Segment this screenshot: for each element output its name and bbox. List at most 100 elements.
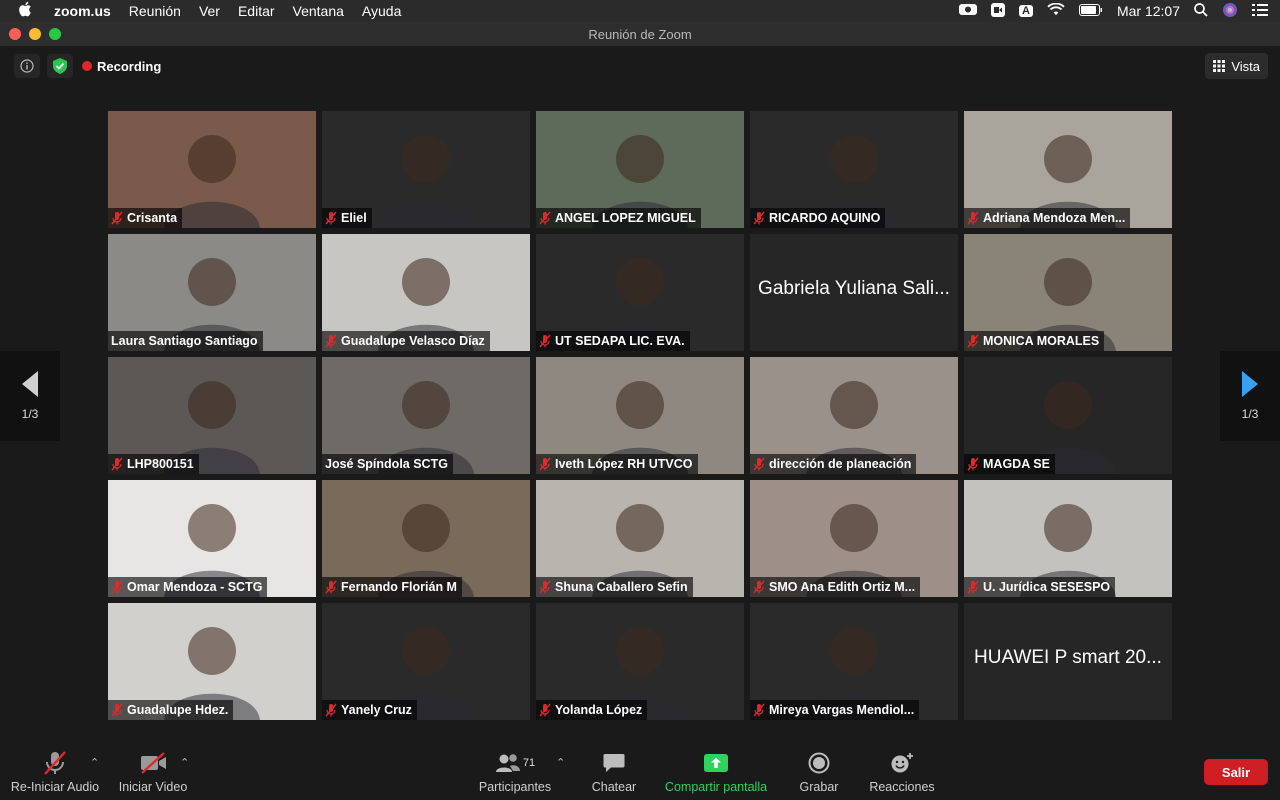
leave-meeting-button[interactable]: Salir [1204, 759, 1268, 785]
participant-tile[interactable]: Gabriela Yuliana Sali... [750, 234, 958, 351]
participant-name-tag: Omar Mendoza - SCTG [108, 577, 268, 597]
reactions-button[interactable]: Reacciones [864, 746, 940, 800]
share-screen-button[interactable]: Compartir pantalla [660, 746, 772, 800]
participant-tile[interactable]: Eliel [322, 111, 530, 228]
recording-indicator[interactable]: Recording [82, 54, 161, 78]
participant-tile[interactable]: Yolanda López [536, 603, 744, 720]
microphone-muted-icon [967, 580, 979, 594]
microphone-muted-icon [753, 457, 765, 471]
participants-button[interactable]: 71 Participantes [474, 746, 556, 800]
battery-icon[interactable] [1078, 3, 1103, 19]
participant-tile[interactable]: Guadalupe Hdez. [108, 603, 316, 720]
microphone-muted-icon [111, 211, 123, 225]
participant-tile[interactable]: dirección de planeación [750, 357, 958, 474]
participant-name: Yolanda López [555, 703, 643, 717]
audio-options-caret-icon[interactable]: ⌃ [90, 756, 99, 769]
video-options-caret-icon[interactable]: ⌃ [180, 756, 189, 769]
microphone-muted-icon [325, 703, 337, 717]
participant-name: Fernando Florián M [341, 580, 457, 594]
shield-check-icon [53, 58, 67, 74]
participant-tile[interactable]: Crisanta [108, 111, 316, 228]
participant-name: Yanely Cruz [341, 703, 412, 717]
unmute-audio-button[interactable]: Re-Iniciar Audio [8, 746, 102, 800]
participant-tile[interactable]: U. Jurídica SESESPO [964, 480, 1172, 597]
participants-count: 71 [522, 757, 536, 769]
window-controls [9, 28, 61, 40]
participant-tile[interactable]: Mireya Vargas Mendiol... [750, 603, 958, 720]
close-window-button[interactable] [9, 28, 21, 40]
participant-tile[interactable]: ANGEL LOPEZ MIGUEL [536, 111, 744, 228]
next-page-button[interactable]: 1/3 [1220, 351, 1280, 441]
microphone-muted-icon [111, 457, 123, 471]
spotlight-search-icon[interactable] [1194, 2, 1208, 20]
chat-button[interactable]: Chatear [586, 746, 642, 800]
view-button[interactable]: Vista [1205, 53, 1268, 79]
meeting-info-button[interactable] [14, 54, 40, 78]
participant-tile[interactable]: Shuna Caballero Sefin [536, 480, 744, 597]
app-menu[interactable]: zoom.us [54, 3, 111, 19]
participant-tile[interactable]: MONICA MORALES [964, 234, 1172, 351]
participant-name-tag: UT SEDAPA LIC. EVA. [536, 331, 690, 351]
record-button[interactable]: Grabar [792, 746, 846, 800]
page-indicator-right: 1/3 [1241, 407, 1259, 421]
participant-tile[interactable]: Yanely Cruz [322, 603, 530, 720]
grid-view-icon [1213, 60, 1226, 72]
participant-tile[interactable]: MAGDA SE [964, 357, 1172, 474]
menu-editar[interactable]: Editar [238, 3, 275, 19]
participant-name: Guadalupe Hdez. [127, 703, 229, 717]
menu-ver[interactable]: Ver [199, 3, 220, 19]
microphone-muted-icon [539, 211, 551, 225]
participant-name-tag: LHP800151 [108, 454, 199, 474]
participant-tile[interactable]: Omar Mendoza - SCTG [108, 480, 316, 597]
microphone-muted-icon [111, 703, 123, 717]
participant-name-tag: Mireya Vargas Mendiol... [750, 700, 920, 720]
participant-name-tag: MONICA MORALES [964, 331, 1105, 351]
menu-reunion[interactable]: Reunión [129, 3, 181, 19]
zoom-meeting-window: Reunión de Zoom Recording Vista 1/3 1/3 … [0, 22, 1280, 800]
siri-icon[interactable] [1222, 2, 1238, 21]
minimize-window-button[interactable] [29, 28, 41, 40]
camera-status-icon[interactable] [959, 3, 977, 19]
start-video-button[interactable]: Iniciar Video [112, 746, 194, 800]
audio-label: Re-Iniciar Audio [10, 780, 100, 794]
previous-page-button[interactable]: 1/3 [0, 351, 60, 441]
participant-name-tag: Shuna Caballero Sefin [536, 577, 693, 597]
participant-name-tag: ANGEL LOPEZ MIGUEL [536, 208, 701, 228]
participant-tile[interactable]: Iveth López RH UTVCO [536, 357, 744, 474]
participant-name: RICARDO AQUINO [769, 211, 881, 225]
zoom-status-icon[interactable] [991, 2, 1005, 20]
participant-tile[interactable]: LHP800151 [108, 357, 316, 474]
participant-tile[interactable]: SMO Ana Edith Ortiz M... [750, 480, 958, 597]
control-center-icon[interactable] [1252, 3, 1268, 19]
participants-label: Participantes [478, 780, 552, 794]
participant-tile[interactable]: Laura Santiago Santiago [108, 234, 316, 351]
participant-name: Guadalupe Velasco Díaz [341, 334, 485, 348]
menu-ventana[interactable]: Ventana [293, 3, 344, 19]
participant-name: LHP800151 [127, 457, 194, 471]
participant-tile[interactable]: RICARDO AQUINO [750, 111, 958, 228]
participant-tile[interactable]: Fernando Florián M [322, 480, 530, 597]
participant-tile[interactable]: José Spíndola SCTG [322, 357, 530, 474]
participant-tile[interactable]: Adriana Mendoza Men... [964, 111, 1172, 228]
menubar-clock[interactable]: Mar 12:07 [1117, 3, 1180, 19]
wifi-icon[interactable] [1047, 2, 1065, 19]
microphone-muted-icon [967, 211, 979, 225]
apple-menu-icon[interactable] [18, 1, 40, 21]
participant-tile[interactable]: Guadalupe Velasco Díaz [322, 234, 530, 351]
fullscreen-window-button[interactable] [49, 28, 61, 40]
participant-name-tag: MAGDA SE [964, 454, 1055, 474]
participant-display-name: HUAWEI P smart 20... [974, 647, 1162, 668]
participant-name: Shuna Caballero Sefin [555, 580, 688, 594]
participant-name-tag: Crisanta [108, 208, 183, 228]
input-source-icon[interactable]: A [1019, 5, 1033, 17]
security-button[interactable] [47, 54, 73, 78]
participant-name-tag: U. Jurídica SESESPO [964, 577, 1116, 597]
microphone-muted-icon [325, 211, 337, 225]
participant-tile[interactable]: HUAWEI P smart 20... [964, 603, 1172, 720]
participant-name-tag: dirección de planeación [750, 454, 917, 474]
participants-options-caret-icon[interactable]: ⌃ [556, 756, 565, 769]
menu-ayuda[interactable]: Ayuda [362, 3, 401, 19]
microphone-muted-icon [967, 334, 979, 348]
participant-tile[interactable]: UT SEDAPA LIC. EVA. [536, 234, 744, 351]
participant-name-tag: Laura Santiago Santiago [108, 331, 263, 351]
